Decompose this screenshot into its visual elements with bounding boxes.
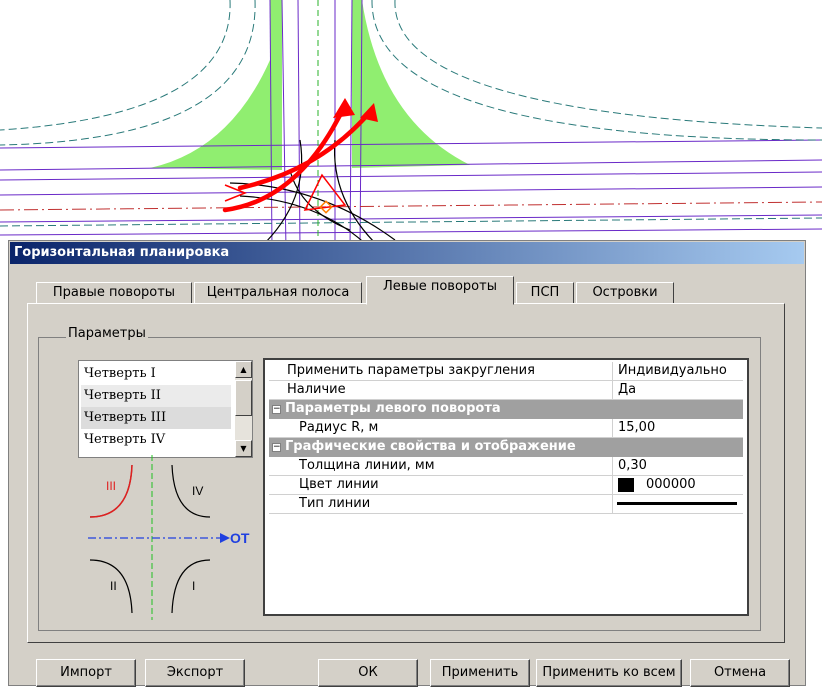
cancel-button[interactable]: Отмена [690, 659, 790, 687]
tab-right-turns[interactable]: Правые повороты [36, 282, 192, 304]
property-name: Цвет линии [269, 476, 613, 494]
property-value[interactable]: Индивидуально [614, 362, 743, 380]
quarter-listbox[interactable]: Четверть I Четверть II Четверть III Четв… [78, 360, 253, 458]
tab-strip: Правые повороты Центральная полоса Левые… [36, 276, 776, 305]
property-row[interactable]: Наличие Да [269, 381, 743, 400]
listbox-scrollbar[interactable]: ▲ ▼ [235, 361, 252, 457]
list-item-quarter-4[interactable]: Четверть IV [81, 429, 231, 451]
tab-islands[interactable]: Островки [576, 282, 674, 304]
property-name: Радиус R, м [269, 419, 613, 437]
property-value[interactable]: 15,00 [614, 419, 743, 437]
export-button[interactable]: Экспорт [145, 659, 245, 687]
line-color-value[interactable]: 000000 [614, 476, 743, 494]
label-axis: ОТ [230, 530, 250, 546]
property-category[interactable]: − Параметры левого поворота [269, 400, 743, 419]
line-type-preview [617, 502, 737, 505]
line-type-value[interactable] [614, 495, 743, 513]
scroll-up-button[interactable]: ▲ [235, 361, 252, 378]
list-item-quarter-3[interactable]: Четверть III [81, 407, 231, 429]
list-item-quarter-2[interactable]: Четверть II [81, 385, 231, 407]
tab-central-strip[interactable]: Центральная полоса [194, 282, 362, 304]
category-label: Параметры левого поворота [285, 401, 501, 416]
scroll-thumb[interactable] [235, 380, 252, 416]
tab-psp[interactable]: ПСП [516, 282, 574, 304]
color-hex: 000000 [646, 477, 696, 492]
property-name: Применить параметры закругления [269, 362, 613, 380]
property-row[interactable]: Толщина линии, мм 0,30 [269, 457, 743, 476]
property-value[interactable]: Да [614, 381, 743, 399]
property-grid[interactable]: Применить параметры закругления Индивиду… [263, 358, 749, 616]
property-category[interactable]: − Графические свойства и отображение [269, 438, 743, 457]
cad-viewport[interactable] [0, 0, 822, 250]
property-row[interactable]: Тип линии [269, 495, 743, 514]
property-name: Наличие [269, 381, 613, 399]
property-row[interactable]: Цвет линии 000000 [269, 476, 743, 495]
centerline [0, 201, 822, 211]
label-q1: I [192, 579, 195, 593]
list-item-quarter-1[interactable]: Четверть I [81, 363, 231, 385]
island-right [352, 0, 470, 168]
category-label: Графические свойства и отображение [285, 439, 576, 454]
turn-arrow-head [333, 98, 355, 118]
label-q2: II [110, 579, 117, 593]
parameters-group-label: Параметры [66, 326, 148, 341]
dialog-title[interactable]: Горизонтальная планировка [10, 242, 804, 264]
property-value[interactable]: 0,30 [614, 457, 743, 475]
island-left [150, 0, 282, 170]
ok-button[interactable]: ОК [318, 659, 418, 687]
quarter-diagram: III IV II I ОТ [80, 455, 260, 620]
label-q3: III [106, 479, 116, 493]
label-q4: IV [192, 484, 203, 498]
color-swatch [618, 477, 634, 492]
tab-left-turns[interactable]: Левые повороты [366, 276, 514, 305]
property-row[interactable]: Применить параметры закругления Индивиду… [269, 362, 743, 381]
import-button[interactable]: Импорт [36, 659, 136, 687]
property-name: Толщина линии, мм [269, 457, 613, 475]
apply-button[interactable]: Применить [430, 659, 530, 687]
apply-all-button[interactable]: Применить ко всем [536, 659, 682, 687]
intersection-drawing [0, 0, 822, 250]
property-name: Тип линии [269, 495, 613, 513]
property-row[interactable]: Радиус R, м 15,00 [269, 419, 743, 438]
